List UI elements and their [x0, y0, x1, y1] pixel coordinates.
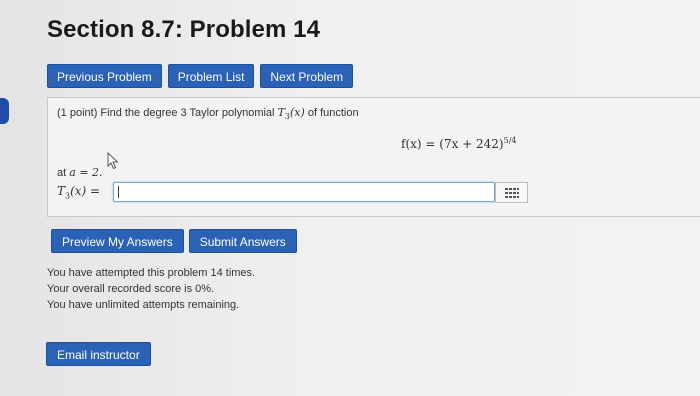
attempts-text: You have attempted this problem 14 times… [47, 267, 256, 279]
problem-marker [0, 98, 9, 124]
problem-prompt: (1 point) Find the degree 3 Taylor polyn… [57, 106, 359, 121]
email-instructor-button[interactable]: Email instructor [46, 342, 151, 366]
prompt-text: Find the degree 3 Taylor polynomial [100, 107, 275, 119]
problem-list-button[interactable]: Problem List [167, 64, 255, 88]
points-label: (1 point) [57, 107, 98, 119]
previous-problem-button[interactable]: Previous Problem [47, 64, 162, 88]
problem-panel: (1 point) Find the degree 3 Taylor polyn… [47, 97, 700, 217]
attempt-status: You have attempted this problem 14 times… [47, 265, 255, 313]
answer-label: T3(x) = [57, 184, 101, 201]
problem-nav: Previous Problem Problem List Next Probl… [47, 64, 354, 88]
answer-input[interactable] [113, 182, 495, 202]
answer-actions: Preview My Answers Submit Answers [51, 229, 297, 253]
text-caret [118, 186, 119, 198]
at-text: at [57, 167, 67, 179]
prompt-end: of function [307, 107, 359, 119]
score-text: Your overall recorded score is 0%. [47, 283, 215, 295]
function-exponent: 5/4 [503, 136, 517, 145]
page-title: Section 8.7: Problem 14 [47, 16, 321, 43]
grid-icon [504, 187, 519, 198]
at-value: a = 2. [69, 166, 103, 179]
taylor-polynomial-symbol: T3(x) [277, 106, 305, 122]
equation-editor-button[interactable] [495, 182, 528, 203]
mouse-pointer-icon [107, 152, 119, 170]
email-section: Email instructor [46, 342, 151, 366]
function-formula: f(x) = (7x + 242)5/4 [401, 136, 516, 151]
submit-answers-button[interactable]: Submit Answers [188, 229, 297, 253]
next-problem-button[interactable]: Next Problem [260, 64, 354, 88]
expansion-point: at a = 2. [57, 166, 103, 179]
preview-answers-button[interactable]: Preview My Answers [51, 229, 184, 253]
remaining-text: You have unlimited attempts remaining. [47, 299, 240, 311]
function-expression: f(x) = (7x + 242) [401, 137, 504, 151]
